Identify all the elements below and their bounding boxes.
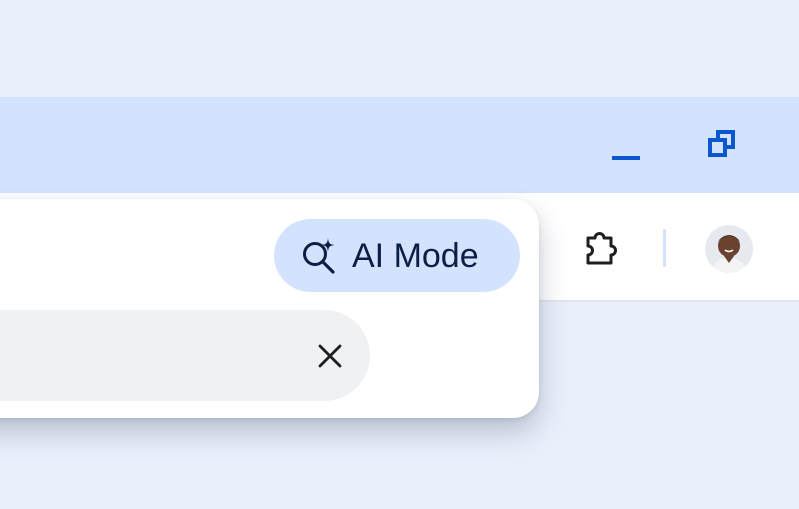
title-bar — [0, 97, 799, 193]
clear-search-button[interactable] — [308, 334, 352, 378]
extensions-button[interactable] — [578, 225, 626, 273]
ai-mode-label: AI Mode — [352, 237, 479, 275]
ai-mode-button[interactable]: AI Mode — [274, 219, 520, 292]
restore-button[interactable] — [701, 124, 741, 164]
close-icon — [318, 344, 342, 368]
screen: AI Mode — [0, 0, 799, 509]
avatar-image — [705, 225, 753, 273]
sparkle-search-icon — [303, 238, 335, 274]
toolbar-divider — [663, 229, 666, 267]
puzzle-icon — [586, 232, 617, 265]
minimize-button[interactable] — [605, 136, 645, 176]
minimize-icon — [612, 156, 640, 160]
restore-icon — [708, 130, 735, 157]
profile-avatar[interactable] — [705, 225, 753, 273]
